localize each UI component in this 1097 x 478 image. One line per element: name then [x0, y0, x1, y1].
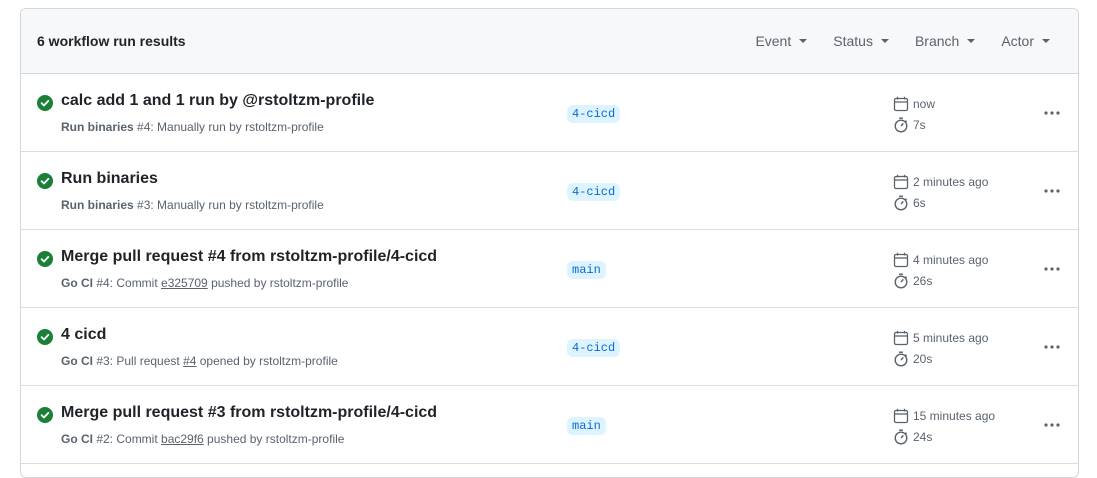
run-title[interactable]: 4 cicd: [61, 326, 106, 344]
run-menu-button[interactable]: [1035, 416, 1069, 434]
run-meta: Go CI #3: Pull request #4 opened by rsto…: [61, 354, 338, 368]
run-duration: 6s: [893, 195, 926, 211]
meta-text: #4: Manually run by rstoltzm-profile: [133, 120, 324, 134]
duration: 7s: [913, 118, 926, 132]
run-date: now: [893, 96, 935, 112]
workflow-run-row[interactable]: calc add 1 and 1 run by @rstoltzm-profil…: [21, 74, 1078, 152]
workflow-name: Run binaries: [61, 120, 134, 134]
run-date: 5 minutes ago: [893, 330, 988, 346]
run-menu-button[interactable]: [1035, 260, 1069, 278]
workflow-name: Go CI: [61, 276, 93, 290]
run-date: 4 minutes ago: [893, 252, 988, 268]
duration: 6s: [913, 196, 926, 210]
branch-label[interactable]: 4-cicd: [567, 183, 621, 201]
meta-link[interactable]: e325709: [161, 276, 208, 290]
check-circle-fill-icon: [37, 329, 53, 345]
calendar-icon: [893, 408, 909, 424]
meta-text-end: pushed by rstoltzm-profile: [207, 276, 349, 290]
results-count: 6 workflow run results: [37, 33, 186, 49]
stopwatch-icon: [894, 273, 908, 289]
calendar-icon: [893, 96, 909, 112]
meta-text-end: opened by rstoltzm-profile: [196, 354, 338, 368]
filter-label: Status: [833, 33, 873, 49]
calendar-icon: [893, 330, 909, 346]
run-duration: 26s: [893, 273, 932, 289]
filter-label: Actor: [1001, 33, 1034, 49]
check-circle-fill-icon: [37, 407, 53, 423]
run-title[interactable]: Merge pull request #4 from rstoltzm-prof…: [61, 248, 437, 266]
meta-text: #4: Commit: [93, 276, 162, 290]
workflow-name: Run binaries: [61, 198, 134, 212]
meta-text: #3: Pull request: [93, 354, 184, 368]
stopwatch-icon: [894, 117, 908, 133]
caret-down-icon: [880, 39, 889, 43]
stopwatch-icon: [894, 195, 908, 211]
runs-header: 6 workflow run results Event Status Bran…: [21, 9, 1078, 74]
run-date: 15 minutes ago: [893, 408, 995, 424]
workflow-run-row[interactable]: Run binaries Run binaries #3: Manually r…: [21, 152, 1078, 230]
caret-down-icon: [1042, 39, 1050, 43]
time-ago: 2 minutes ago: [913, 175, 989, 189]
run-meta: Go CI #4: Commit e325709 pushed by rstol…: [61, 276, 348, 290]
caret-down-icon: [799, 39, 808, 43]
caret-down-icon: [967, 39, 976, 43]
branch-label[interactable]: main: [567, 261, 606, 279]
meta-text: #2: Commit: [93, 432, 162, 446]
branch-label[interactable]: 4-cicd: [567, 105, 621, 123]
branch-label[interactable]: main: [567, 417, 606, 435]
filter-label: Branch: [914, 33, 960, 49]
workflow-name: Go CI: [61, 432, 93, 446]
run-menu-button[interactable]: [1035, 338, 1069, 356]
time-ago: 15 minutes ago: [913, 409, 996, 423]
check-circle-fill-icon: [37, 251, 53, 267]
workflow-run-row[interactable]: Merge pull request #4 from rstoltzm-prof…: [21, 230, 1078, 308]
check-circle-fill-icon: [37, 95, 53, 111]
filter-label: Event: [755, 33, 792, 49]
time-ago: 5 minutes ago: [913, 331, 989, 345]
filter-branch[interactable]: Branch: [914, 33, 976, 49]
duration: 20s: [913, 352, 933, 366]
run-meta: Go CI #2: Commit bac29f6 pushed by rstol…: [61, 432, 344, 446]
run-list: calc add 1 and 1 run by @rstoltzm-profil…: [21, 74, 1078, 464]
meta-link[interactable]: #4: [183, 354, 196, 368]
workflow-run-row[interactable]: 4 cicd Go CI #3: Pull request #4 opened …: [21, 308, 1078, 386]
run-duration: 7s: [893, 117, 926, 133]
run-duration: 24s: [893, 429, 932, 445]
run-title[interactable]: Run binaries: [61, 170, 158, 188]
duration: 26s: [913, 274, 933, 288]
kebab-horizontal-icon: [1044, 423, 1060, 427]
branch-label[interactable]: 4-cicd: [567, 339, 621, 357]
meta-text-end: pushed by rstoltzm-profile: [203, 432, 345, 446]
time-ago: now: [913, 97, 936, 111]
calendar-icon: [893, 252, 909, 268]
workflow-run-row[interactable]: Merge pull request #3 from rstoltzm-prof…: [21, 386, 1078, 464]
check-circle-fill-icon: [37, 173, 53, 189]
kebab-horizontal-icon: [1044, 111, 1060, 115]
kebab-horizontal-icon: [1044, 189, 1060, 193]
run-duration: 20s: [893, 351, 932, 367]
stopwatch-icon: [894, 429, 908, 445]
run-date: 2 minutes ago: [893, 174, 988, 190]
filter-event[interactable]: Event: [755, 33, 808, 49]
run-meta: Run binaries #3: Manually run by rstoltz…: [61, 198, 324, 212]
run-meta: Run binaries #4: Manually run by rstoltz…: [61, 120, 324, 134]
filter-bar: Event Status Branch Actor: [729, 33, 1062, 49]
kebab-horizontal-icon: [1044, 267, 1060, 271]
meta-text: #3: Manually run by rstoltzm-profile: [133, 198, 324, 212]
meta-link[interactable]: bac29f6: [161, 432, 204, 446]
run-title[interactable]: Merge pull request #3 from rstoltzm-prof…: [61, 404, 437, 422]
calendar-icon: [893, 174, 909, 190]
time-ago: 4 minutes ago: [913, 253, 989, 267]
filter-status[interactable]: Status: [833, 33, 889, 49]
stopwatch-icon: [894, 351, 908, 367]
workflow-name: Go CI: [61, 354, 93, 368]
run-title[interactable]: calc add 1 and 1 run by @rstoltzm-profil…: [61, 92, 374, 110]
kebab-horizontal-icon: [1044, 345, 1060, 349]
filter-actor[interactable]: Actor: [1001, 33, 1050, 49]
workflow-runs-box: 6 workflow run results Event Status Bran…: [20, 8, 1079, 478]
run-menu-button[interactable]: [1035, 104, 1069, 122]
run-menu-button[interactable]: [1035, 182, 1069, 200]
duration: 24s: [913, 430, 933, 444]
